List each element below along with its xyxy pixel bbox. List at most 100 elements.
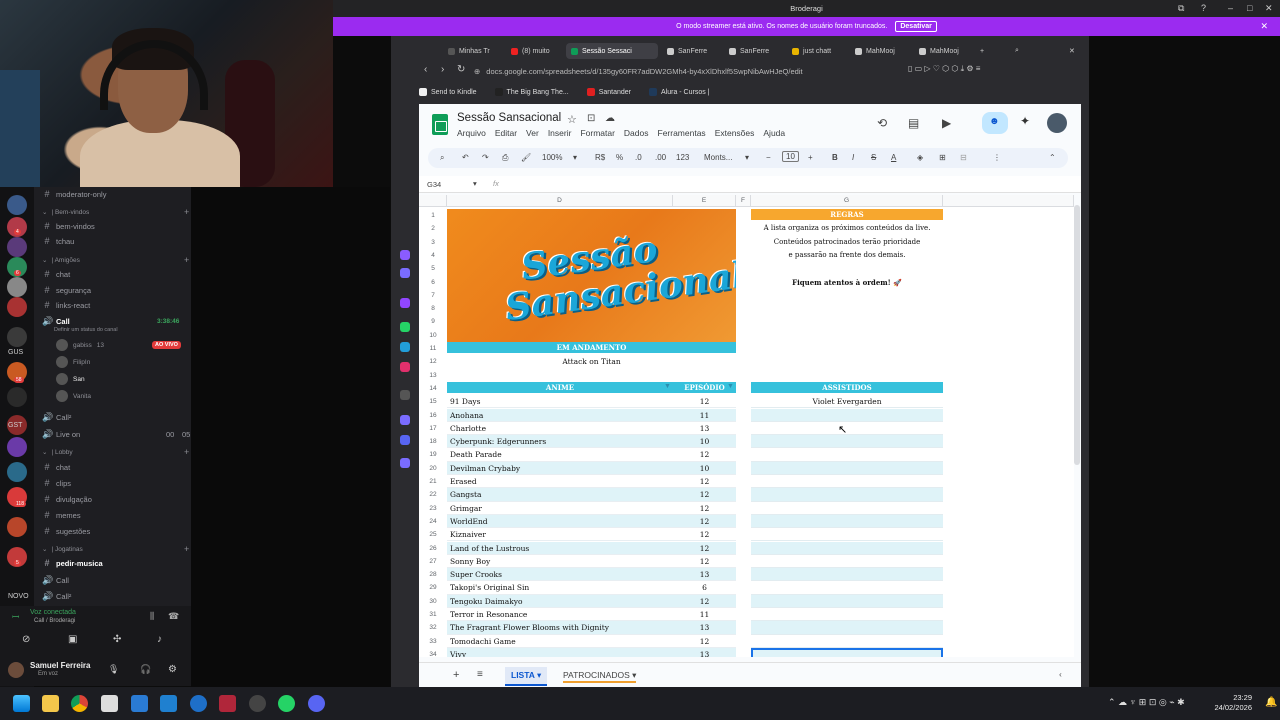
row-header[interactable]: 27	[419, 555, 447, 568]
row-header[interactable]: 29	[419, 581, 447, 594]
server-icon[interactable]	[7, 517, 27, 537]
episode-count[interactable]: 10	[673, 464, 736, 473]
store-icon[interactable]	[101, 695, 118, 712]
minimize-icon[interactable]: –	[1228, 3, 1233, 13]
disconnect-icon[interactable]: ☎	[168, 611, 179, 622]
add-channel-icon[interactable]: +	[184, 255, 189, 265]
server-icon[interactable]	[7, 297, 27, 317]
settings-gear-icon[interactable]: ⚙	[168, 664, 177, 675]
episode-count[interactable]: 13	[673, 570, 736, 579]
column-header[interactable]: G	[751, 195, 943, 207]
voice-user[interactable]: gabiss 13	[56, 339, 104, 351]
camera-off-icon[interactable]: ⊘	[22, 634, 30, 645]
regras-bold[interactable]: Fiquem atentos à ordem! 🚀	[751, 278, 943, 287]
server-icon[interactable]	[7, 437, 27, 457]
row-header[interactable]: 2	[419, 222, 447, 235]
row-header[interactable]: 11	[419, 342, 447, 355]
decrease-font-size-icon[interactable]: −	[766, 153, 771, 162]
noise-suppression-icon[interactable]: ⫼	[150, 611, 154, 622]
deafen-icon[interactable]: 🎧	[140, 664, 151, 675]
browser-tab[interactable]: just chatt	[787, 43, 845, 59]
row-header[interactable]: 14	[419, 382, 447, 395]
server-icon[interactable]	[7, 237, 27, 257]
new-tab-icon[interactable]: +	[975, 43, 989, 59]
teams-icon[interactable]	[190, 695, 207, 712]
browser-tab[interactable]: MahMooj	[850, 43, 908, 59]
row-header[interactable]: 13	[419, 369, 447, 382]
episode-count[interactable]: 11	[673, 411, 736, 420]
font-size-input[interactable]: 10	[782, 151, 799, 162]
browser-tab[interactable]: SanFerre	[724, 43, 782, 59]
browser-tab[interactable]: Sessão Sessaci	[566, 43, 658, 59]
text-channel[interactable]: # divulgação	[42, 492, 91, 506]
voice-channel[interactable]: 🔊 Call²	[42, 589, 71, 603]
bookmark[interactable]: Alura - Cursos |	[649, 88, 710, 96]
name-box[interactable]: G34	[427, 180, 441, 189]
anime-name[interactable]: Erased	[450, 477, 477, 486]
row-header[interactable]: 5	[419, 262, 447, 275]
text-channel[interactable]: # chat	[42, 460, 70, 474]
voice-channel[interactable]: 🔊 Call²	[42, 410, 71, 424]
server-icon[interactable]	[7, 277, 27, 297]
server-icon[interactable]	[7, 462, 27, 482]
start-icon[interactable]	[13, 695, 30, 712]
channel-category[interactable]: ⌄ | Lobby +	[42, 445, 189, 459]
text-channel[interactable]: # sugestões	[42, 524, 90, 538]
tab-patrocinados[interactable]: PATROCINADOS ▾	[563, 670, 637, 683]
close-browser-icon[interactable]: ✕	[1064, 43, 1080, 59]
text-channel[interactable]: # links-react	[42, 298, 90, 312]
anime-name[interactable]: Tomodachi Game	[450, 637, 516, 646]
column-header[interactable]: E	[673, 195, 736, 207]
browser-tab[interactable]: SanFerre	[662, 43, 720, 59]
text-channel[interactable]: # tchau	[42, 234, 74, 248]
row-header[interactable]: 30	[419, 595, 447, 608]
sidebar-app-icon[interactable]	[400, 362, 410, 372]
paint-format-icon[interactable]: 🖌	[521, 153, 531, 162]
row-header[interactable]: 15	[419, 395, 447, 408]
voice-channel-call[interactable]: 🔊 Call 3:38:46	[42, 314, 179, 328]
row-header[interactable]: 17	[419, 422, 447, 435]
file-explorer-icon[interactable]	[42, 695, 59, 712]
episode-count[interactable]: 12	[673, 450, 736, 459]
row-header[interactable]: 25	[419, 528, 447, 541]
forward-icon[interactable]: ›	[441, 64, 444, 75]
italic-icon[interactable]: I	[852, 153, 854, 162]
row-header[interactable]: 22	[419, 488, 447, 501]
strikethrough-icon[interactable]: S	[871, 153, 876, 162]
picture-in-picture-icon[interactable]: ⧉	[1178, 3, 1184, 14]
comments-icon[interactable]: ▤	[908, 116, 919, 130]
menu-item[interactable]: Arquivo	[457, 128, 486, 138]
add-channel-icon[interactable]: +	[184, 447, 189, 457]
row-header[interactable]: 26	[419, 542, 447, 555]
close-window-icon[interactable]: ✕	[1265, 3, 1273, 14]
sidebar-app-icon[interactable]	[400, 322, 410, 332]
anime-name[interactable]: Kiznaiver	[450, 530, 486, 539]
episode-count[interactable]: 6	[673, 583, 736, 592]
vscode-icon[interactable]	[160, 695, 177, 712]
column-header[interactable]: F	[736, 195, 751, 207]
episode-count[interactable]: 12	[673, 477, 736, 486]
screen-share-icon[interactable]: ▣	[68, 634, 77, 645]
dismiss-banner-icon[interactable]: ✕	[1260, 21, 1268, 32]
sidebar-app-icon[interactable]	[400, 390, 410, 400]
user-avatar[interactable]	[8, 662, 24, 678]
regras-text[interactable]: e passarão na frente dos demais.	[751, 251, 943, 259]
row-header[interactable]: 32	[419, 621, 447, 634]
filter-icon[interactable]: ▼	[664, 383, 671, 390]
soundboard-icon[interactable]: ♪	[157, 634, 162, 645]
row-header[interactable]: 16	[419, 409, 447, 422]
tab-lista[interactable]: LISTA ▾	[505, 667, 548, 686]
mute-icon[interactable]: 🎙	[108, 664, 119, 675]
url-text[interactable]: docs.google.com/spreadsheets/d/135gy60FR…	[486, 67, 802, 76]
sidebar-app-icon[interactable]	[400, 458, 410, 468]
anime-name[interactable]: The Fragrant Flower Blooms with Dignity	[450, 623, 609, 632]
star-icon[interactable]: ☆	[567, 113, 577, 126]
menu-item[interactable]: Extensões	[715, 128, 755, 138]
regras-text[interactable]: A lista organiza os próximos conteúdos d…	[751, 224, 943, 232]
meet-icon[interactable]: ▶	[942, 116, 951, 130]
site-info-icon[interactable]: ⊕	[474, 67, 480, 76]
row-header[interactable]: 23	[419, 502, 447, 515]
server-icon[interactable]	[7, 195, 27, 215]
episode-count[interactable]: 10	[673, 437, 736, 446]
text-channel[interactable]: # pedir-musica	[42, 556, 102, 570]
